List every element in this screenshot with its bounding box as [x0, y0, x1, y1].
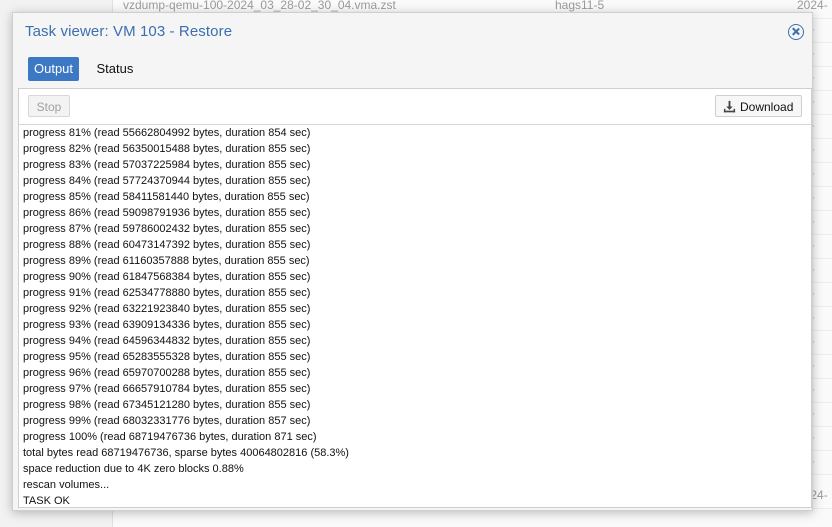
log-line: progress 100% (read 68719476736 bytes, d…: [23, 431, 317, 443]
log-line: progress 95% (read 65283555328 bytes, du…: [23, 351, 311, 363]
log-line: progress 83% (read 57037225984 bytes, du…: [23, 159, 311, 171]
log-line: progress 93% (read 63909134336 bytes, du…: [23, 319, 311, 331]
log-line: TASK OK: [23, 495, 70, 507]
modal-header: Task viewer: VM 103 - Restore: [13, 13, 812, 53]
log-line: progress 97% (read 66657910784 bytes, du…: [23, 383, 311, 395]
log-line: progress 99% (read 68032331776 bytes, du…: [23, 415, 311, 427]
log-line: progress 91% (read 62534778880 bytes, du…: [23, 287, 311, 299]
tab-status[interactable]: Status: [90, 57, 139, 81]
log-line: total bytes read 68719476736, sparse byt…: [23, 447, 349, 459]
log-line: space reduction due to 4K zero blocks 0.…: [23, 463, 244, 475]
log-line: progress 84% (read 57724370944 bytes, du…: [23, 175, 311, 187]
log-line: progress 90% (read 61847568384 bytes, du…: [23, 271, 311, 283]
download-icon: [723, 100, 736, 113]
output-panel: Stop Download progress 81% (read 5566280…: [18, 88, 812, 508]
log-line: progress 86% (read 59098791936 bytes, du…: [23, 207, 311, 219]
log-line: rescan volumes...: [23, 479, 110, 491]
log-line: progress 94% (read 64596344832 bytes, du…: [23, 335, 311, 347]
log-line: progress 81% (read 55662804992 bytes, du…: [23, 127, 311, 139]
toolbar: Stop Download: [19, 89, 811, 125]
log-line: progress 92% (read 63221923840 bytes, du…: [23, 303, 311, 315]
log-line: progress 82% (read 56350015488 bytes, du…: [23, 143, 311, 155]
task-viewer-modal: Task viewer: VM 103 - Restore Output Sta…: [12, 12, 813, 511]
tab-output[interactable]: Output: [28, 57, 80, 81]
log-line: progress 89% (read 61160357888 bytes, du…: [23, 255, 310, 267]
tab-bar: Output Status: [28, 57, 146, 81]
log-line: progress 98% (read 67345121280 bytes, du…: [23, 399, 311, 411]
download-label: Download: [740, 100, 794, 114]
log-line: progress 87% (read 59786002432 bytes, du…: [23, 223, 311, 235]
modal-title: Task viewer: VM 103 - Restore: [25, 23, 233, 40]
log-line: progress 85% (read 58411581440 bytes, du…: [23, 191, 310, 203]
log-line: progress 88% (read 60473147392 bytes, du…: [23, 239, 311, 251]
close-icon[interactable]: [788, 24, 804, 40]
download-button[interactable]: Download: [715, 95, 802, 117]
log-line: progress 96% (read 65970700288 bytes, du…: [23, 367, 311, 379]
stop-button[interactable]: Stop: [28, 95, 70, 117]
task-log[interactable]: progress 81% (read 55662804992 bytes, du…: [19, 125, 811, 507]
